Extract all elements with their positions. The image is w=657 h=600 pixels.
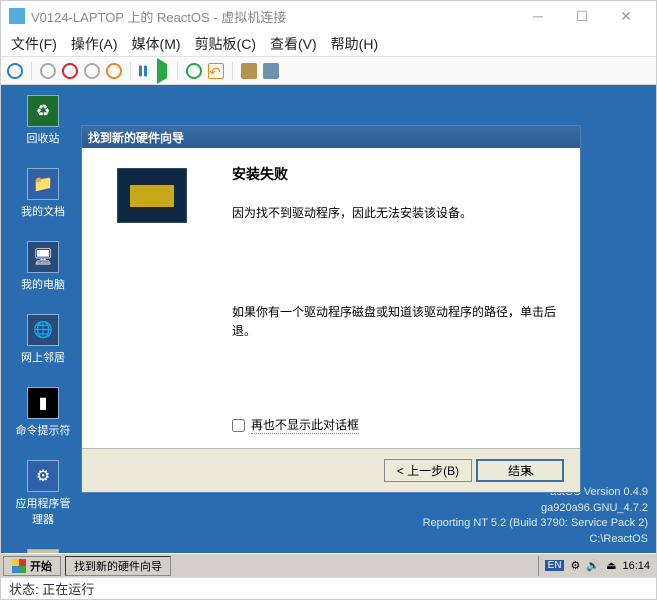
dont-show-checkbox[interactable] bbox=[232, 419, 245, 432]
network-icon: 🌐 bbox=[27, 314, 59, 346]
icon-label: 应用程序管理器 bbox=[15, 495, 71, 527]
desktop-icon-documents[interactable]: 📁 我的文档 bbox=[15, 168, 71, 219]
network-tray-icon[interactable]: ⚙ bbox=[570, 559, 580, 572]
start-label: 开始 bbox=[30, 558, 52, 574]
desktop-icon-appmgr[interactable]: ⚙应用程序管理器 bbox=[15, 460, 71, 527]
dont-show-label[interactable]: 再也不显示此对话框 bbox=[251, 416, 359, 434]
separator bbox=[177, 62, 178, 80]
taskbar-item-wizard[interactable]: 找到新的硬件向导 bbox=[65, 556, 171, 576]
finish-label: 结束 bbox=[508, 464, 532, 478]
computer-icon: 🖥 bbox=[27, 241, 59, 273]
menu-clipboard[interactable]: 剪贴板(C) bbox=[195, 34, 256, 54]
icon-label: 回收站 bbox=[27, 130, 60, 146]
save-icon[interactable] bbox=[106, 63, 122, 79]
watermark-line: Reporting NT 5.2 (Build 3790: Service Pa… bbox=[423, 516, 648, 531]
vm-titlebar: V0124-LAPTOP 上的 ReactOS - 虚拟机连接 ─ ☐ ✕ bbox=[1, 1, 656, 31]
wizard-sidebar bbox=[82, 148, 222, 448]
shutdown-icon[interactable] bbox=[84, 63, 100, 79]
appmgr-icon: ⚙ bbox=[27, 460, 59, 492]
system-tray: EN ⚙ 🔊 ⏏ 16:14 bbox=[538, 556, 656, 576]
wizard-button-row: < 上一步(B) 结束 ↖ bbox=[82, 448, 580, 492]
hardware-chip-icon bbox=[117, 168, 187, 223]
pause-icon[interactable] bbox=[139, 65, 147, 77]
tray-clock[interactable]: 16:14 bbox=[622, 560, 650, 572]
ctrl-alt-del-icon[interactable] bbox=[7, 63, 23, 79]
vm-statusbar: 状态: 正在运行 bbox=[1, 577, 656, 599]
close-button[interactable]: ✕ bbox=[604, 2, 648, 30]
menu-file[interactable]: 文件(F) bbox=[11, 34, 57, 54]
taskbar: 开始 找到新的硬件向导 EN ⚙ 🔊 ⏏ 16:14 bbox=[1, 553, 656, 577]
icon-label: 网上邻居 bbox=[21, 349, 65, 365]
separator bbox=[130, 62, 131, 80]
menu-help[interactable]: 帮助(H) bbox=[331, 34, 378, 54]
desktop-icon-network[interactable]: 🌐 网上邻居 bbox=[15, 314, 71, 365]
version-watermark: actOS Version 0.4.9 ga920a96.GNU_4.7.2 R… bbox=[423, 485, 648, 547]
reset-icon[interactable] bbox=[153, 63, 169, 79]
vm-toolbar: ↶ bbox=[1, 57, 656, 85]
menu-view[interactable]: 查看(V) bbox=[270, 34, 317, 54]
sound-tray-icon[interactable]: 🔊 bbox=[586, 559, 600, 572]
wizard-titlebar[interactable]: 找到新的硬件向导 bbox=[82, 126, 580, 148]
back-button[interactable]: < 上一步(B) bbox=[384, 459, 472, 482]
menu-action[interactable]: 操作(A) bbox=[71, 34, 118, 54]
icon-label: 我的电脑 bbox=[21, 276, 65, 292]
desktop-icon-cmd[interactable]: ▮ 命令提示符 bbox=[15, 387, 71, 438]
checkpoint-icon[interactable] bbox=[186, 63, 202, 79]
folder-icon: 📁 bbox=[27, 168, 59, 200]
start-icon[interactable] bbox=[40, 63, 56, 79]
vm-title: V0124-LAPTOP 上的 ReactOS - 虚拟机连接 bbox=[31, 7, 516, 26]
reactos-flag-icon bbox=[12, 559, 26, 573]
wizard-heading: 安装失败 bbox=[232, 164, 560, 184]
share-icon[interactable] bbox=[263, 63, 279, 79]
recycle-icon: ♻ bbox=[27, 95, 59, 127]
usb-tray-icon[interactable]: ⏏ bbox=[606, 559, 616, 572]
desktop-icons: ♻回收站 📁我的文档 🖥我的电脑 🌐网上邻居 ▮命令提示符 ⚙应用程序管理器 📄… bbox=[15, 95, 71, 577]
enhanced-icon[interactable] bbox=[241, 63, 257, 79]
minimize-button[interactable]: ─ bbox=[516, 2, 560, 30]
guest-desktop: ♻回收站 📁我的文档 🖥我的电脑 🌐网上邻居 ▮命令提示符 ⚙应用程序管理器 📄… bbox=[1, 85, 656, 577]
language-indicator[interactable]: EN bbox=[545, 560, 565, 571]
wizard-message-2: 如果你有一个驱动程序磁盘或知道该驱动程序的路径，单击后退。 bbox=[232, 303, 560, 341]
turnoff-icon[interactable] bbox=[62, 63, 78, 79]
terminal-icon: ▮ bbox=[27, 387, 59, 419]
desktop-icon-recycle[interactable]: ♻ 回收站 bbox=[15, 95, 71, 146]
icon-label: 命令提示符 bbox=[16, 422, 71, 438]
wizard-message-1: 因为找不到驱动程序，因此无法安装该设备。 bbox=[232, 204, 560, 223]
watermark-line: C:\ReactOS bbox=[423, 532, 648, 547]
vm-status-text: 状态: 正在运行 bbox=[9, 579, 94, 598]
finish-button[interactable]: 结束 ↖ bbox=[476, 459, 564, 482]
icon-label: 我的文档 bbox=[21, 203, 65, 219]
revert-icon[interactable]: ↶ bbox=[208, 63, 224, 79]
start-button[interactable]: 开始 bbox=[3, 556, 61, 576]
vm-menubar: 文件(F) 操作(A) 媒体(M) 剪贴板(C) 查看(V) 帮助(H) bbox=[1, 31, 656, 57]
watermark-line: ga920a96.GNU_4.7.2 bbox=[423, 501, 648, 516]
desktop-icon-computer[interactable]: 🖥 我的电脑 bbox=[15, 241, 71, 292]
vm-app-icon bbox=[9, 8, 25, 24]
menu-media[interactable]: 媒体(M) bbox=[132, 34, 181, 54]
maximize-button[interactable]: ☐ bbox=[560, 2, 604, 30]
hardware-wizard-dialog: 找到新的硬件向导 安装失败 因为找不到驱动程序，因此无法安装该设备。 如果你有一… bbox=[81, 125, 581, 493]
separator bbox=[31, 62, 32, 80]
separator bbox=[232, 62, 233, 80]
